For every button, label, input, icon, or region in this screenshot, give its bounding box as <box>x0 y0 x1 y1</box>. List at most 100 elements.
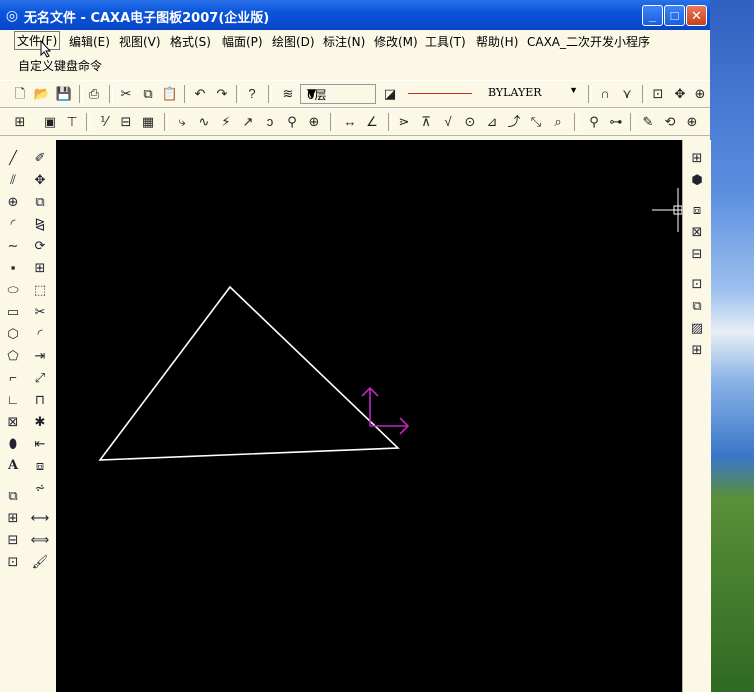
table-icon[interactable]: ▦ <box>138 112 158 132</box>
user-icon[interactable]: ⚲ <box>282 112 302 132</box>
cut-icon[interactable]: ✂ <box>116 84 136 104</box>
open-folder-icon[interactable]: 📂 <box>32 84 52 104</box>
3d-view-icon[interactable]: ⬢ <box>686 170 708 190</box>
text-tool-icon[interactable]: A <box>2 456 24 476</box>
part-library-icon[interactable]: ⊡ <box>686 274 708 294</box>
new-file-icon[interactable]: 🗋 <box>10 84 30 104</box>
menu-modify[interactable]: 修改(M) <box>374 33 418 50</box>
polyline-icon[interactable]: ⬠ <box>2 346 24 366</box>
menu-edit[interactable]: 编辑(E) <box>69 33 110 50</box>
hatch-icon[interactable]: ⊠ <box>2 412 24 432</box>
wave-line-icon[interactable]: ∿ <box>194 112 214 132</box>
title-bar[interactable]: ◎ 无名文件 - CAXA电子图板2007(企业版) _ □ ✕ <box>0 0 710 30</box>
view-manager-icon[interactable]: ⊞ <box>686 148 708 168</box>
trim-icon[interactable]: ✂ <box>29 302 51 322</box>
ellipse-icon[interactable]: ⬭ <box>2 280 24 300</box>
centerline-tool-icon[interactable]: ⌐ <box>2 368 24 388</box>
minimize-button[interactable]: _ <box>642 5 663 26</box>
rotate-icon[interactable]: ⟳ <box>29 236 51 256</box>
roughness-icon[interactable]: √ <box>438 112 458 132</box>
section-icon[interactable]: ⤡ <box>526 112 546 132</box>
title-block-icon[interactable]: ⊤ <box>62 112 82 132</box>
pencil-icon[interactable]: ✎ <box>638 112 658 132</box>
equidistant-line-icon[interactable]: ∟ <box>2 390 24 410</box>
section-view-icon[interactable]: ⊠ <box>686 222 708 242</box>
break-icon[interactable]: ⤢ <box>29 368 51 388</box>
brush-icon[interactable]: 🖌 <box>29 552 51 572</box>
close-button[interactable]: ✕ <box>686 5 707 26</box>
linetype-select[interactable]: BYLAYER ▼ <box>404 84 580 102</box>
array-icon[interactable]: ⊞ <box>29 258 51 278</box>
dim-edit-icon[interactable]: ⟷ <box>29 508 51 528</box>
arc-icon[interactable]: ◜ <box>2 214 24 234</box>
linear-dimension-icon[interactable]: ↔ <box>340 112 360 132</box>
scale-icon[interactable]: ⬚ <box>29 280 51 300</box>
pan-icon[interactable]: ✥ <box>670 84 690 104</box>
stretch-icon[interactable]: ⊓ <box>29 390 51 410</box>
spline-icon[interactable]: ↄ <box>260 112 280 132</box>
print-icon[interactable]: ⎙ <box>84 84 104 104</box>
layer-change-icon[interactable]: ⩫ <box>29 478 51 498</box>
centerline-icon[interactable]: ⊕ <box>304 112 324 132</box>
save-icon[interactable]: 💾 <box>54 84 74 104</box>
menu-secondary-dev[interactable]: CAXA_二次开发小程序 <box>527 33 650 50</box>
detail-view-icon[interactable]: ⊟ <box>686 244 708 264</box>
linetype-icon[interactable]: ◪ <box>380 84 400 104</box>
view-projection-icon[interactable]: ⧈ <box>686 200 708 220</box>
polygon-icon[interactable]: ⬡ <box>2 324 24 344</box>
align-icon[interactable]: ⇤ <box>29 434 51 454</box>
parts-table-icon[interactable]: ⊟ <box>116 112 136 132</box>
inquiry-icon[interactable]: ⚲ <box>584 112 604 132</box>
smart-point-icon[interactable]: ⋎ <box>617 84 637 104</box>
block-explode-icon[interactable]: ⊟ <box>2 530 24 550</box>
explode-icon[interactable]: ✱ <box>29 412 51 432</box>
redo-icon[interactable]: ↷ <box>212 84 232 104</box>
drawing-canvas[interactable] <box>56 140 682 692</box>
copy-icon[interactable]: ⧉ <box>138 84 158 104</box>
fill-icon[interactable]: ⬮ <box>2 434 24 454</box>
weld-symbol-icon[interactable]: ⋗ <box>394 112 414 132</box>
hook-icon[interactable]: ⤷ <box>172 112 192 132</box>
view-icon[interactable]: ⌕ <box>548 112 568 132</box>
offset-icon[interactable]: ⧈ <box>29 456 51 476</box>
view-group-icon[interactable]: ⊞ <box>686 340 708 360</box>
menu-custom-keyboard-command[interactable]: 自定义键盘命令 <box>18 57 102 74</box>
layer-manager-icon[interactable]: ≋ <box>278 84 298 104</box>
menu-view[interactable]: 视图(V) <box>119 33 161 50</box>
text-note-icon[interactable]: ⊿ <box>482 112 502 132</box>
frame-icon[interactable]: ▣ <box>40 112 60 132</box>
leader-icon[interactable]: ⤴ <box>504 112 524 132</box>
arrow-icon[interactable]: ↗ <box>238 112 258 132</box>
zoom-in-icon[interactable]: ⊕ <box>682 112 702 132</box>
menu-tools[interactable]: 工具(T) <box>425 33 466 50</box>
zoom-extents-icon[interactable]: ⊞ <box>10 112 30 132</box>
menu-draw[interactable]: 绘图(D) <box>272 33 315 50</box>
menu-format[interactable]: 格式(S) <box>170 33 211 50</box>
parallel-line-icon[interactable]: ⫽ <box>2 170 24 190</box>
extend-icon[interactable]: ⇥ <box>29 346 51 366</box>
zoom-window-icon[interactable]: ⊡ <box>648 84 668 104</box>
angle-dimension-icon[interactable]: ∠ <box>362 112 382 132</box>
maximize-button[interactable]: □ <box>664 5 685 26</box>
copy-selection-icon[interactable]: ⧉ <box>29 192 51 212</box>
rectangle-icon[interactable]: ▭ <box>2 302 24 322</box>
menu-file[interactable]: 文件(F) <box>14 31 61 50</box>
menu-dimension[interactable]: 标注(N) <box>323 33 365 50</box>
datum-icon[interactable]: ⊼ <box>416 112 436 132</box>
mirror-icon[interactable]: ⧎ <box>29 214 51 234</box>
eraser-icon[interactable]: ✐ <box>29 148 51 168</box>
break-line-icon[interactable]: ⚡ <box>216 112 236 132</box>
point-icon[interactable]: ▪ <box>2 258 24 278</box>
zoom-icon[interactable]: ⊕ <box>690 84 710 104</box>
hatch-library-icon[interactable]: ▨ <box>686 318 708 338</box>
position-tolerance-icon[interactable]: ⊙ <box>460 112 480 132</box>
help-icon[interactable]: ? <box>242 84 262 104</box>
layer-select[interactable]: 0层 ▼ <box>300 84 376 104</box>
paste-icon[interactable]: 📋 <box>160 84 180 104</box>
menu-help[interactable]: 帮助(H) <box>476 33 518 50</box>
measure-icon[interactable]: ⊶ <box>606 112 626 132</box>
block-create-icon[interactable]: ⧉ <box>2 486 24 506</box>
part-insert-icon[interactable]: ⧉ <box>686 296 708 316</box>
undo-icon[interactable]: ↶ <box>190 84 210 104</box>
spline-tool-icon[interactable]: ∼ <box>2 236 24 256</box>
